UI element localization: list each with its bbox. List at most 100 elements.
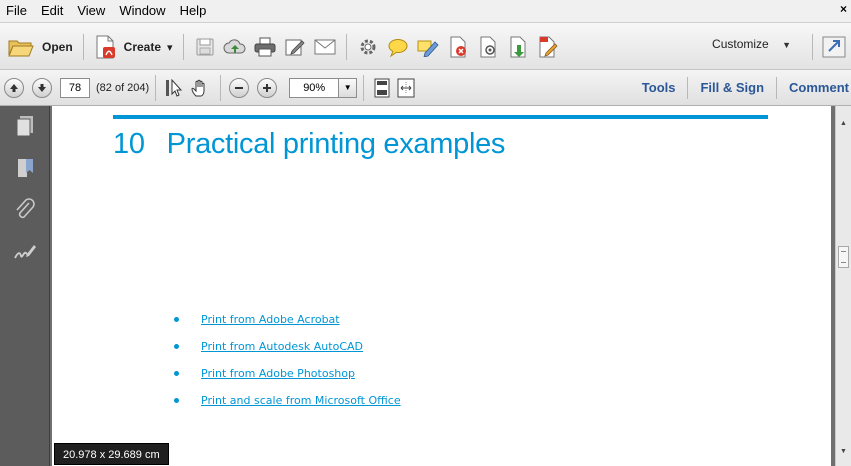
arrow-up-icon <box>10 83 18 92</box>
fit-width-button[interactable] <box>394 73 418 103</box>
edit-button[interactable] <box>280 32 310 62</box>
chapter-title: Practical printing examples <box>166 128 506 160</box>
navigation-toolbar: (82 of 204) ▼ <box>0 70 851 106</box>
cloud-upload-icon <box>223 39 246 54</box>
previous-page-button[interactable] <box>4 77 24 98</box>
cursor-select-icon <box>166 78 183 97</box>
fit-page-button[interactable] <box>370 73 394 103</box>
expand-view-button[interactable] <box>821 35 847 59</box>
document-viewport[interactable]: 10 Practical printing examples Print from… <box>50 106 835 466</box>
toolbar-separator <box>812 34 813 60</box>
chapter-link-list: Print from Adobe Acrobat Print from Auto… <box>174 306 401 414</box>
bullet-icon <box>174 398 179 403</box>
minus-icon <box>235 86 244 89</box>
signatures-button[interactable] <box>13 240 37 264</box>
upload-button[interactable] <box>220 32 250 62</box>
link-print-photoshop[interactable]: Print from Adobe Photoshop <box>201 367 355 380</box>
plus-icon <box>263 83 272 92</box>
page-thumbnails-button[interactable] <box>13 114 37 138</box>
list-item: Print from Adobe Acrobat <box>174 306 401 333</box>
chapter-number: 10 <box>113 128 145 160</box>
highlight-icon <box>417 40 439 57</box>
customize-label: Customize <box>712 37 769 51</box>
attachments-icon <box>16 198 35 219</box>
bullet-icon <box>174 371 179 376</box>
pdf-sign-icon <box>539 36 558 58</box>
fit-width-icon <box>397 78 415 97</box>
zoom-level-input[interactable] <box>289 77 340 98</box>
navigation-pane <box>0 106 50 466</box>
pdf-protect-icon <box>480 36 496 58</box>
settings-button[interactable] <box>353 32 383 62</box>
highlight-button[interactable] <box>413 32 443 62</box>
menu-bar: File Edit View Window Help × <box>0 0 851 22</box>
hand-icon <box>191 79 205 96</box>
comment-button[interactable] <box>383 32 413 62</box>
page-size-indicator: 20.978 x 29.689 cm <box>54 443 169 465</box>
folder-open-icon <box>8 40 34 57</box>
menu-window[interactable]: Window <box>113 0 173 22</box>
task-panels: Tools Fill & Sign Comment <box>630 70 851 106</box>
create-button[interactable]: Create ▾ <box>90 30 177 64</box>
open-button[interactable]: Open <box>4 30 77 64</box>
scrollbar-thumb[interactable] <box>838 246 849 268</box>
comment-panel-button[interactable]: Comment <box>777 70 851 106</box>
export-button[interactable] <box>503 32 533 62</box>
link-print-office[interactable]: Print and scale from Microsoft Office <box>201 394 401 407</box>
main-toolbar: Open Create ▾ Customize ▼ <box>0 22 851 70</box>
save-button[interactable] <box>190 32 220 62</box>
scroll-up-icon[interactable]: ▲ <box>840 120 847 127</box>
protect-button[interactable] <box>473 32 503 62</box>
vertical-scrollbar[interactable]: ▲ ▼ <box>835 106 851 466</box>
chapter-heading: 10 Practical printing examples <box>113 128 505 161</box>
page-number-input[interactable] <box>60 77 90 98</box>
list-item: Print from Autodesk AutoCAD <box>174 333 401 360</box>
zoom-in-button[interactable] <box>257 77 278 98</box>
comment-icon <box>388 39 408 57</box>
close-document-icon[interactable]: × <box>840 2 847 16</box>
create-label: Create <box>123 40 162 54</box>
zoom-dropdown-button[interactable]: ▼ <box>339 77 358 98</box>
redact-button[interactable] <box>443 32 473 62</box>
fill-sign-panel-button[interactable]: Fill & Sign <box>688 70 776 106</box>
email-button[interactable] <box>310 32 340 62</box>
expand-icon <box>822 36 846 58</box>
fit-page-icon <box>374 78 390 97</box>
menu-view[interactable]: View <box>71 0 113 22</box>
list-item: Print from Adobe Photoshop <box>174 360 401 387</box>
scroll-down-icon[interactable]: ▼ <box>840 448 847 455</box>
toolbar-separator <box>220 74 222 101</box>
menu-help[interactable]: Help <box>174 0 215 22</box>
link-print-autocad[interactable]: Print from Autodesk AutoCAD <box>201 340 363 353</box>
menu-edit[interactable]: Edit <box>35 0 71 22</box>
print-icon <box>254 37 276 57</box>
hand-tool-button[interactable] <box>186 73 214 103</box>
customize-button[interactable]: Customize ▼ <box>712 37 791 51</box>
customize-caret-icon: ▼ <box>782 40 791 50</box>
arrow-down-icon <box>38 83 46 92</box>
zoom-out-button[interactable] <box>229 77 250 98</box>
toolbar-separator <box>82 34 84 60</box>
sign-button[interactable] <box>533 32 563 62</box>
chevron-down-icon: ▼ <box>343 83 352 92</box>
bullet-icon <box>174 344 179 349</box>
acrobat-window: File Edit View Window Help × Open Create… <box>0 0 851 466</box>
toolbar-separator <box>182 34 184 60</box>
next-page-button[interactable] <box>32 77 52 98</box>
pdf-export-icon <box>510 36 526 58</box>
bookmarks-button[interactable] <box>13 156 37 180</box>
attachments-button[interactable] <box>13 198 37 222</box>
toolbar-separator <box>363 74 365 101</box>
print-button[interactable] <box>250 32 280 62</box>
bullet-icon <box>174 317 179 322</box>
select-tool-button[interactable] <box>162 73 186 103</box>
create-pdf-icon <box>96 35 115 59</box>
bookmarks-icon <box>18 159 33 177</box>
link-print-acrobat[interactable]: Print from Adobe Acrobat <box>201 313 340 326</box>
chapter-rule <box>113 115 768 119</box>
tools-panel-button[interactable]: Tools <box>630 70 688 106</box>
create-caret-icon: ▾ <box>167 41 173 54</box>
pdf-page: 10 Practical printing examples Print from… <box>52 106 831 466</box>
grip-icon <box>841 251 846 263</box>
menu-file[interactable]: File <box>0 0 35 22</box>
